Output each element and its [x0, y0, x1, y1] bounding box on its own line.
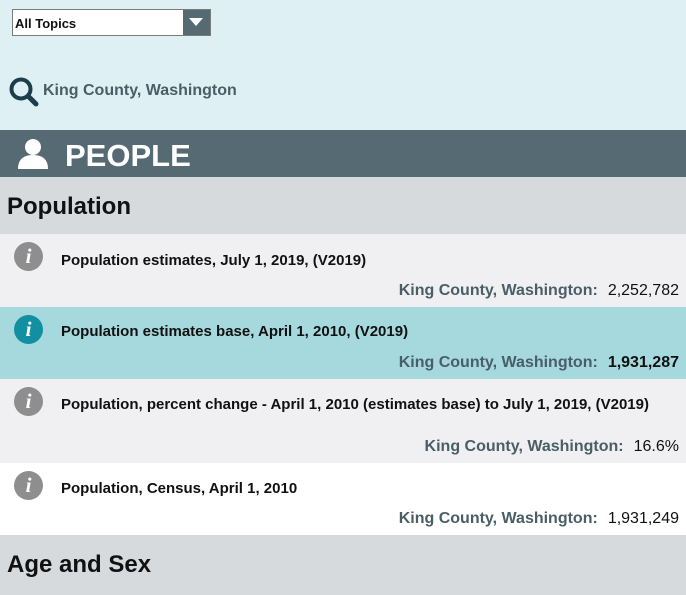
section-title: Population: [7, 193, 131, 220]
fact-value-line: King County, Washington: 2,252,782: [399, 282, 679, 300]
fact-label: Population, Census, April 1, 2010: [61, 480, 298, 497]
top-panel: All Topics King County, Washington: [0, 0, 686, 130]
info-icon[interactable]: i: [14, 387, 43, 416]
fact-value-line: King County, Washington: 16.6%: [425, 438, 679, 456]
fact-geography: King County, Washington:: [398, 354, 598, 371]
section-title: Age and Sex: [7, 551, 152, 578]
chevron-down-icon[interactable]: [183, 10, 210, 35]
fact-geography: King County, Washington:: [398, 510, 598, 527]
people-title: PEOPLE: [65, 138, 191, 173]
fact-value-line: King County, Washington: 1,931,287: [399, 354, 679, 372]
fact-value: 16.6%: [633, 438, 679, 455]
fact-row-highlighted[interactable]: i Population estimates base, April 1, 20…: [0, 307, 686, 379]
section-header-age-and-sex[interactable]: Age and Sex: [0, 535, 686, 595]
fact-value-line: King County, Washington: 1,931,249: [399, 510, 679, 528]
fact-geography: King County, Washington:: [424, 438, 624, 455]
info-icon[interactable]: i: [14, 315, 43, 344]
fact-label: Population, percent change - April 1, 20…: [61, 396, 649, 413]
fact-value: 1,931,287: [607, 354, 679, 371]
fact-geography: King County, Washington:: [398, 282, 598, 299]
people-header: PEOPLE: [0, 130, 686, 177]
info-icon[interactable]: i: [14, 471, 43, 500]
section-header-population[interactable]: Population: [0, 177, 686, 234]
search-icon[interactable]: [8, 76, 40, 113]
fact-label: Population estimates, July 1, 2019, (V20…: [61, 252, 367, 269]
info-icon[interactable]: i: [14, 242, 43, 271]
fact-value: 1,931,249: [607, 510, 679, 527]
fact-row[interactable]: i Population, percent change - April 1, …: [0, 379, 686, 463]
fact-value: 2,252,782: [607, 282, 679, 299]
fact-label: Population estimates base, April 1, 2010…: [61, 323, 409, 340]
topic-select-value: All Topics: [15, 16, 77, 31]
search-geography-label: King County, Washington: [43, 82, 237, 99]
person-icon: [16, 138, 50, 175]
topic-select[interactable]: All Topics: [12, 9, 211, 36]
fact-row[interactable]: i Population estimates, July 1, 2019, (V…: [0, 234, 686, 307]
fact-row[interactable]: i Population, Census, April 1, 2010 King…: [0, 463, 686, 535]
